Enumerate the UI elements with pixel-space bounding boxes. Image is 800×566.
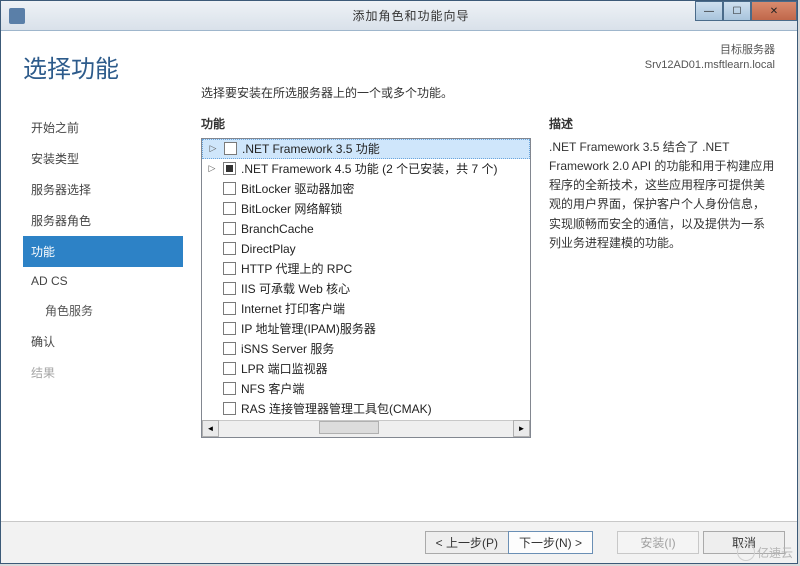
features-tree-container: ▷ .NET Framework 3.5 功能 ▷ .NET Framework 4.… xyxy=(201,138,531,438)
step-item: 结果 xyxy=(23,357,183,388)
feature-checkbox[interactable] xyxy=(223,202,236,215)
feature-row[interactable]: ▷ .NET Framework 4.5 功能 (2 个已安装，共 7 个) xyxy=(202,159,530,179)
instruction-text: 选择要安装在所选服务器上的一个或多个功能。 xyxy=(201,84,775,101)
main-column: 目标服务器 Srv12AD01.msftlearn.local 选择要安装在所选… xyxy=(201,49,775,521)
feature-row[interactable]: BitLocker 网络解锁 xyxy=(202,199,530,219)
footer: < 上一步(P) 下一步(N) > 安装(I) 取消 亿速云 xyxy=(1,521,797,563)
app-icon xyxy=(9,8,25,24)
feature-checkbox[interactable] xyxy=(223,382,236,395)
step-item[interactable]: 服务器角色 xyxy=(23,205,183,236)
scroll-left-arrow[interactable]: ◄ xyxy=(202,420,219,437)
features-heading: 功能 xyxy=(201,115,531,132)
expander-icon[interactable]: ▷ xyxy=(206,163,218,174)
close-button[interactable]: ✕ xyxy=(751,1,797,21)
feature-label: .NET Framework 4.5 功能 (2 个已安装，共 7 个) xyxy=(241,160,497,177)
feature-row[interactable]: IIS 可承载 Web 核心 xyxy=(202,279,530,299)
step-list: 开始之前安装类型服务器选择服务器角色功能AD CS角色服务确认结果 xyxy=(23,112,183,388)
panes: 功能 ▷ .NET Framework 3.5 功能 ▷ .NET Framework… xyxy=(201,115,775,521)
target-value: Srv12AD01.msftlearn.local xyxy=(201,58,775,73)
feature-row[interactable]: HTTP 代理上的 RPC xyxy=(202,259,530,279)
step-item[interactable]: 服务器选择 xyxy=(23,174,183,205)
feature-label: LPR 端口监视器 xyxy=(241,360,328,377)
feature-label: NFS 客户端 xyxy=(241,380,304,397)
feature-label: IIS 可承载 Web 核心 xyxy=(241,280,350,297)
features-pane: 功能 ▷ .NET Framework 3.5 功能 ▷ .NET Framework… xyxy=(201,115,531,521)
minimize-button[interactable]: — xyxy=(695,1,723,21)
feature-checkbox[interactable] xyxy=(223,222,236,235)
install-button: 安装(I) xyxy=(617,531,699,554)
feature-checkbox[interactable] xyxy=(224,142,237,155)
feature-row[interactable]: RAS 连接管理器管理工具包(CMAK) xyxy=(202,399,530,419)
step-item[interactable]: 开始之前 xyxy=(23,112,183,143)
feature-checkbox[interactable] xyxy=(223,402,236,415)
feature-checkbox[interactable] xyxy=(223,342,236,355)
feature-label: iSNS Server 服务 xyxy=(241,340,334,357)
feature-label: BitLocker 驱动器加密 xyxy=(241,180,354,197)
feature-checkbox[interactable] xyxy=(223,322,236,335)
scroll-track[interactable] xyxy=(219,420,513,437)
target-label: 目标服务器 xyxy=(201,43,775,58)
step-item[interactable]: AD CS xyxy=(23,267,183,295)
feature-checkbox[interactable] xyxy=(223,182,236,195)
feature-label: DirectPlay xyxy=(241,242,296,256)
feature-checkbox[interactable] xyxy=(223,162,236,175)
feature-checkbox[interactable] xyxy=(223,302,236,315)
feature-row[interactable]: Internet 打印客户端 xyxy=(202,299,530,319)
feature-checkbox[interactable] xyxy=(223,262,236,275)
content-area: 选择功能 开始之前安装类型服务器选择服务器角色功能AD CS角色服务确认结果 目… xyxy=(1,31,797,521)
feature-label: RAS 连接管理器管理工具包(CMAK) xyxy=(241,400,432,417)
horizontal-scrollbar[interactable]: ◄ ► xyxy=(202,420,530,437)
step-item[interactable]: 安装类型 xyxy=(23,143,183,174)
watermark-text: 亿速云 xyxy=(757,544,793,561)
nav-button-group: < 上一步(P) 下一步(N) > xyxy=(425,531,593,554)
left-column: 选择功能 开始之前安装类型服务器选择服务器角色功能AD CS角色服务确认结果 xyxy=(23,49,183,521)
feature-checkbox[interactable] xyxy=(223,282,236,295)
description-pane: 描述 .NET Framework 3.5 结合了 .NET Framework… xyxy=(549,115,775,521)
feature-label: .NET Framework 3.5 功能 xyxy=(242,140,380,157)
scroll-right-arrow[interactable]: ► xyxy=(513,420,530,437)
feature-row[interactable]: NFS 客户端 xyxy=(202,379,530,399)
description-text: .NET Framework 3.5 结合了 .NET Framework 2.… xyxy=(549,138,775,253)
feature-row[interactable]: iSNS Server 服务 xyxy=(202,339,530,359)
watermark: 亿速云 xyxy=(737,543,793,561)
step-item[interactable]: 角色服务 xyxy=(23,295,183,326)
features-tree[interactable]: ▷ .NET Framework 3.5 功能 ▷ .NET Framework 4.… xyxy=(202,139,530,420)
feature-checkbox[interactable] xyxy=(223,362,236,375)
expander-icon[interactable]: ▷ xyxy=(207,143,219,154)
feature-checkbox[interactable] xyxy=(223,242,236,255)
maximize-button[interactable]: ☐ xyxy=(723,1,751,21)
step-item[interactable]: 确认 xyxy=(23,326,183,357)
wizard-window: 添加角色和功能向导 — ☐ ✕ 选择功能 开始之前安装类型服务器选择服务器角色功… xyxy=(0,0,798,564)
feature-row[interactable]: BranchCache xyxy=(202,219,530,239)
feature-label: IP 地址管理(IPAM)服务器 xyxy=(241,320,376,337)
feature-label: BitLocker 网络解锁 xyxy=(241,200,342,217)
window-title: 添加角色和功能向导 xyxy=(25,7,797,24)
description-heading: 描述 xyxy=(549,115,775,132)
watermark-icon xyxy=(737,543,755,561)
target-server-info: 目标服务器 Srv12AD01.msftlearn.local xyxy=(201,43,775,74)
feature-row[interactable]: LPR 端口监视器 xyxy=(202,359,530,379)
feature-row[interactable]: BitLocker 驱动器加密 xyxy=(202,179,530,199)
feature-row[interactable]: ▷ .NET Framework 3.5 功能 xyxy=(202,139,530,159)
page-title: 选择功能 xyxy=(23,49,183,84)
feature-label: BranchCache xyxy=(241,222,314,236)
previous-button[interactable]: < 上一步(P) xyxy=(425,531,508,554)
scroll-thumb[interactable] xyxy=(319,421,379,434)
window-buttons: — ☐ ✕ xyxy=(695,1,797,21)
next-button[interactable]: 下一步(N) > xyxy=(508,531,593,554)
feature-row[interactable]: DirectPlay xyxy=(202,239,530,259)
step-item[interactable]: 功能 xyxy=(23,236,183,267)
titlebar: 添加角色和功能向导 — ☐ ✕ xyxy=(1,1,797,31)
feature-row[interactable]: IP 地址管理(IPAM)服务器 xyxy=(202,319,530,339)
feature-label: Internet 打印客户端 xyxy=(241,300,345,317)
feature-label: HTTP 代理上的 RPC xyxy=(241,260,352,277)
